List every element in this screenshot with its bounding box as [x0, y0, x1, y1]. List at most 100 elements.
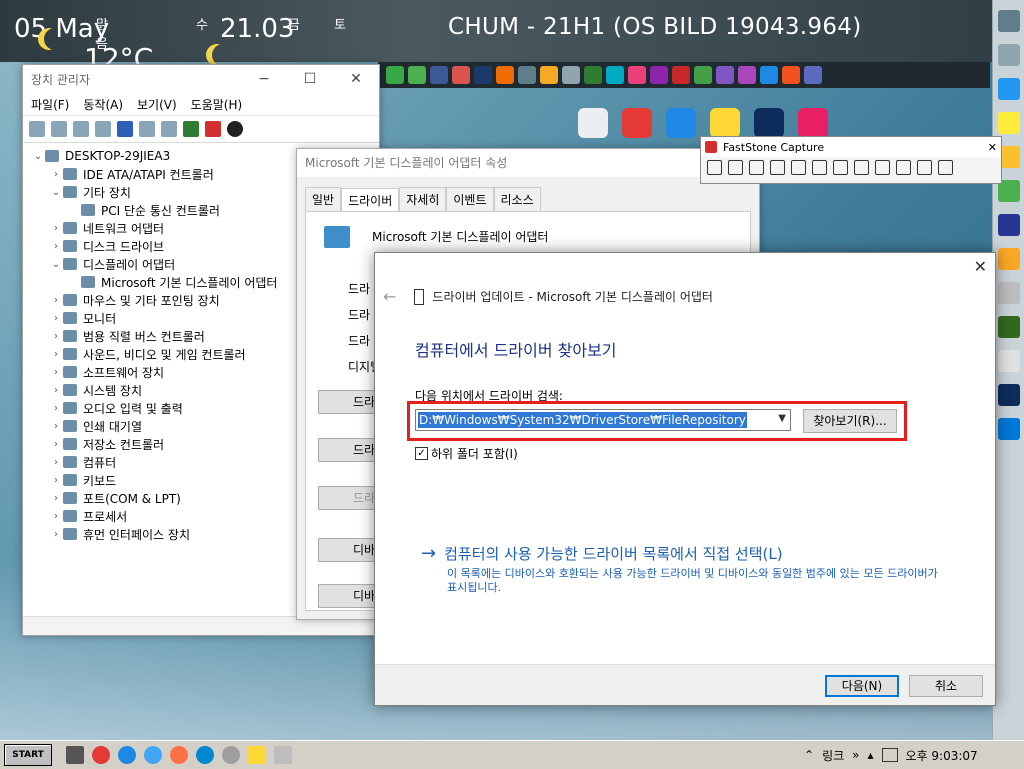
tree-node-label[interactable]: 범용 직렬 버스 컨트롤러 [83, 328, 205, 345]
capture-fullscreen-icon[interactable] [812, 160, 827, 175]
chevron-down-icon[interactable]: ⌄ [49, 259, 63, 270]
app-icon[interactable] [650, 66, 668, 84]
chevron-right-icon[interactable]: › [49, 439, 63, 450]
app-icon[interactable] [998, 248, 1020, 270]
tree-node-label[interactable]: 마우스 및 기타 포인팅 장치 [83, 292, 220, 309]
app-icon[interactable] [998, 44, 1020, 66]
menu-view[interactable]: 보기(V) [137, 96, 177, 113]
opera-icon[interactable] [92, 746, 110, 764]
app-icon[interactable] [738, 66, 756, 84]
tree-node-label[interactable]: DESKTOP-29JIEA3 [65, 149, 170, 163]
app-icon[interactable] [998, 112, 1020, 134]
app-icon[interactable] [578, 108, 608, 138]
edge-icon[interactable] [196, 746, 214, 764]
file-explorer-icon[interactable] [248, 746, 266, 764]
chevron-right-icon[interactable]: › [49, 457, 63, 468]
device-manager-icon[interactable] [274, 746, 292, 764]
network-icon[interactable] [881, 748, 898, 762]
tree-node-label[interactable]: 네트워크 어댑터 [83, 220, 164, 237]
app-icon[interactable] [666, 108, 696, 138]
photoshop-icon[interactable] [998, 384, 1020, 406]
app-icon[interactable] [710, 108, 740, 138]
action-icon[interactable] [139, 121, 155, 137]
disable-device-icon[interactable] [227, 121, 243, 137]
driver-path-combobox[interactable]: D:₩Windows₩System32₩DriverStore₩FileRepo… [415, 409, 791, 431]
tab-events[interactable]: 이벤트 [446, 187, 494, 211]
view-icon[interactable] [73, 121, 89, 137]
browse-button[interactable]: 찾아보기(R)... [803, 409, 897, 433]
menu-help[interactable]: 도움말(H) [191, 96, 243, 113]
back-icon[interactable] [29, 121, 45, 137]
app-icon[interactable] [998, 10, 1020, 32]
app-icon[interactable] [452, 66, 470, 84]
caret-up-icon[interactable]: ▴ [868, 748, 874, 762]
tree-node-label[interactable]: IDE ATA/ATAPI 컨트롤러 [83, 166, 214, 183]
app-icon[interactable] [716, 66, 734, 84]
scan-monitor-icon[interactable] [161, 121, 177, 137]
tree-node-label[interactable]: 오디오 입력 및 출력 [83, 400, 183, 417]
app-icon[interactable] [998, 350, 1020, 372]
tree-node-label[interactable]: PCI 단순 통신 컨트롤러 [101, 202, 220, 219]
pick-from-list-link[interactable]: → 컴퓨터의 사용 가능한 드라이버 목록에서 직접 선택(L) [421, 543, 783, 564]
chevron-down-icon[interactable]: ⌄ [49, 187, 63, 198]
chevron-right-icon[interactable]: › [49, 511, 63, 522]
app-icon[interactable] [496, 66, 514, 84]
chevron-right-icon[interactable]: › [49, 385, 63, 396]
capture-scroll-icon[interactable] [833, 160, 848, 175]
tree-node-label[interactable]: 프로세서 [83, 508, 127, 525]
tree-node-label[interactable]: 시스템 장치 [83, 382, 142, 399]
close-button[interactable]: ✕ [974, 257, 987, 276]
capture-freehand-icon[interactable] [791, 160, 806, 175]
tree-node-label[interactable]: 모니터 [83, 310, 116, 327]
menu-file[interactable]: 파일(F) [31, 96, 69, 113]
help-icon[interactable] [117, 121, 133, 137]
chevron-right-icon[interactable]: › [49, 313, 63, 324]
tab-resources[interactable]: 리소스 [493, 187, 541, 211]
photoshop-icon[interactable] [474, 66, 492, 84]
back-arrow-icon[interactable]: ← [383, 287, 396, 306]
chevron-right-icon[interactable]: › [49, 349, 63, 360]
tree-node-label[interactable]: 인쇄 대기열 [83, 418, 142, 435]
app-icon[interactable] [144, 746, 162, 764]
forward-icon[interactable] [51, 121, 67, 137]
tree-node-label[interactable]: 키보드 [83, 472, 116, 489]
tree-node-label[interactable]: Microsoft 기본 디스플레이 어댑터 [101, 274, 277, 291]
capture-video-icon[interactable] [875, 160, 890, 175]
app-icon[interactable] [222, 746, 240, 764]
app-icon[interactable] [804, 66, 822, 84]
update-driver-icon[interactable] [183, 121, 199, 137]
app-icon[interactable] [118, 746, 136, 764]
capture-fixed-icon[interactable] [854, 160, 869, 175]
minimize-button[interactable]: − [241, 71, 287, 87]
app-icon[interactable] [798, 108, 828, 138]
tree-node-label[interactable]: 컴퓨터 [83, 454, 116, 471]
checkbox-checked-icon[interactable]: ✓ [415, 447, 428, 460]
chevron-right-icon[interactable]: › [49, 529, 63, 540]
app-icon[interactable] [694, 66, 712, 84]
tray-links[interactable]: 링크 [822, 747, 844, 764]
chevron-down-icon[interactable]: ▼ [778, 413, 786, 424]
clock[interactable]: 오후 9:03:07 [906, 747, 978, 764]
chevron-right-icon[interactable]: › [49, 331, 63, 342]
driver-path-value[interactable]: D:₩Windows₩System32₩DriverStore₩FileRepo… [418, 412, 747, 428]
uninstall-x-icon[interactable] [205, 121, 221, 137]
capture-window-icon[interactable] [728, 160, 743, 175]
chevron-right-icon[interactable]: › [49, 493, 63, 504]
tree-node-label[interactable]: 디스플레이 어댑터 [83, 256, 175, 273]
firefox-icon[interactable] [170, 746, 188, 764]
close-button[interactable]: ✕ [988, 141, 997, 154]
close-button[interactable]: ✕ [333, 71, 379, 87]
timer-icon[interactable] [896, 160, 911, 175]
app-icon[interactable] [998, 78, 1020, 100]
tree-node-label[interactable]: 기타 장치 [83, 184, 131, 201]
app-icon[interactable] [998, 282, 1020, 304]
task-view-icon[interactable] [66, 746, 84, 764]
app-icon[interactable] [386, 66, 404, 84]
chevron-right-icon[interactable]: › [49, 169, 63, 180]
windows-icon[interactable] [998, 418, 1020, 440]
chevron-right-icon[interactable]: › [49, 295, 63, 306]
tree-node-label[interactable]: 디스크 드라이브 [83, 238, 164, 255]
tray-more[interactable]: » [852, 748, 859, 762]
photoshop-icon[interactable] [754, 108, 784, 138]
app-icon[interactable] [430, 66, 448, 84]
